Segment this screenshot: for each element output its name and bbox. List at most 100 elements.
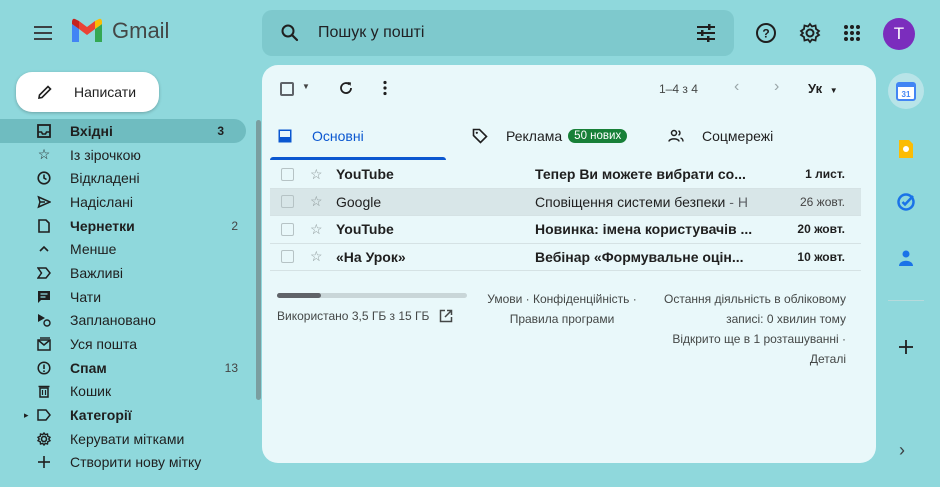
email-row[interactable]: ☆ YouTube Тепер Ви можете вибрати со... … <box>270 161 861 189</box>
tab-social[interactable]: Соцмережі <box>668 113 773 159</box>
send-icon <box>36 194 52 210</box>
email-row[interactable]: ☆ «На Урок» Вебінар «Формувальне оцін...… <box>270 244 861 271</box>
star-icon[interactable]: ☆ <box>310 221 323 238</box>
storage-bar-fill <box>277 293 321 298</box>
search-bar[interactable]: Пошук у пошті <box>262 10 734 56</box>
refresh-icon[interactable] <box>338 80 354 96</box>
row-checkbox[interactable] <box>281 167 294 181</box>
tab-label: Соцмережі <box>702 128 774 144</box>
sidebar-item-categories[interactable]: ▸ Категорії <box>0 403 260 427</box>
draft-count: 2 <box>231 218 238 233</box>
sidebar-item-drafts[interactable]: Чернетки 2 <box>0 214 260 238</box>
expand-arrow-icon[interactable]: ▸ <box>24 410 29 421</box>
main-menu-button[interactable] <box>28 18 58 48</box>
search-input[interactable]: Пошук у пошті <box>318 24 696 42</box>
unread-count: 3 <box>217 123 224 138</box>
email-row[interactable]: ☆ Google Сповіщення системи безпеки - Н … <box>270 188 861 216</box>
sidebar-item-inbox[interactable]: Вхідні 3 <box>0 119 246 143</box>
sidebar-item-label: Уся пошта <box>70 336 138 353</box>
expand-panel-icon[interactable]: › <box>899 440 905 461</box>
input-tools-button[interactable]: Ук ▼ <box>808 81 838 96</box>
sidebar-item-label: Чати <box>70 288 102 305</box>
sidebar-item-sent[interactable]: Надіслані <box>0 190 260 214</box>
sidebar-item-chats[interactable]: Чати <box>0 285 260 309</box>
select-all-checkbox[interactable] <box>280 82 294 96</box>
next-page-icon[interactable]: › <box>774 78 779 96</box>
new-count-badge: 50 нових <box>568 129 628 143</box>
hamburger-line <box>34 26 52 28</box>
row-checkbox[interactable] <box>281 250 294 264</box>
activity-line: записі: 0 хвилин тому <box>726 312 846 326</box>
account-avatar[interactable]: T <box>883 18 915 50</box>
contacts-button[interactable] <box>888 240 924 276</box>
pagination-text: 1–4 з 4 <box>659 82 698 96</box>
trash-icon <box>36 383 52 399</box>
tab-promotions[interactable]: Реклама 50 нових <box>472 113 628 159</box>
compose-label: Написати <box>74 84 137 100</box>
gmail-m-icon <box>72 18 102 42</box>
sidebar-item-snoozed[interactable]: Відкладені <box>0 166 260 190</box>
gmail-logo[interactable]: Gmail <box>70 18 169 44</box>
sidebar-item-label: Менше <box>70 241 117 258</box>
row-checkbox[interactable] <box>281 222 294 236</box>
plus-icon <box>36 454 52 470</box>
account-activity: Остання діяльність в обліковому записі: … <box>646 289 846 369</box>
keep-button[interactable] <box>888 131 924 167</box>
email-row[interactable]: ☆ YouTube Новинка: імена користувачів ..… <box>270 216 861 244</box>
storage-info: Використано 3,5 ГБ з 15 ГБ <box>277 309 453 323</box>
tab-primary[interactable]: Основні <box>278 113 364 159</box>
sidebar-item-less[interactable]: Менше <box>0 237 260 261</box>
tag-icon <box>472 128 488 144</box>
draft-icon <box>36 218 52 234</box>
category-tabs: Основні Реклама 50 нових Соцмережі <box>262 113 876 160</box>
email-subject: Вебінар «Формувальне оцін... <box>535 248 744 265</box>
inbox-tab-icon <box>278 129 292 143</box>
email-sender: «На Урок» <box>336 248 406 265</box>
compose-button[interactable]: Написати <box>16 72 159 112</box>
spam-count: 13 <box>224 360 238 375</box>
sidebar-nav: Вхідні 3 ☆ Із зірочкою Відкладені Надісл… <box>0 119 260 474</box>
get-addons-button[interactable] <box>888 329 924 365</box>
select-dropdown-icon[interactable]: ▼ <box>302 82 310 91</box>
email-list: ☆ YouTube Тепер Ви можете вибрати со... … <box>270 161 861 271</box>
row-checkbox[interactable] <box>281 195 294 209</box>
settings-button[interactable] <box>795 18 825 48</box>
sidebar-item-create-label[interactable]: Створити нову мітку <box>0 451 260 475</box>
email-date: 26 жовт. <box>800 194 845 209</box>
sidebar-item-starred[interactable]: ☆ Із зірочкою <box>0 143 260 167</box>
sidebar-item-important[interactable]: Важливі <box>0 261 260 285</box>
pencil-icon <box>38 85 52 99</box>
footer-links-line[interactable]: Умови · Конфіденційність · <box>482 289 642 309</box>
sidebar-item-spam[interactable]: Спам 13 <box>0 356 260 380</box>
apps-grid-icon <box>844 25 860 41</box>
sidebar-item-all-mail[interactable]: Уся пошта <box>0 332 260 356</box>
apps-button[interactable] <box>837 18 867 48</box>
sidebar-item-label: Важливі <box>70 264 124 281</box>
activity-details-link[interactable]: Деталі <box>646 349 846 369</box>
email-sender: YouTube <box>336 221 394 238</box>
star-icon[interactable]: ☆ <box>310 193 323 210</box>
star-icon[interactable]: ☆ <box>310 166 323 183</box>
help-button[interactable]: ? <box>751 18 781 48</box>
tasks-button[interactable] <box>888 184 924 220</box>
open-external-icon[interactable] <box>439 309 453 323</box>
tab-label: Реклама <box>506 128 563 144</box>
input-tools-label: Ук <box>808 81 823 96</box>
sidebar-scrollbar[interactable] <box>256 120 261 400</box>
hamburger-line <box>34 32 52 34</box>
sidebar-item-scheduled[interactable]: Заплановано <box>0 309 260 333</box>
sidebar-item-label: Із зірочкою <box>70 146 141 163</box>
sidebar-item-trash[interactable]: Кошик <box>0 380 260 404</box>
search-icon[interactable] <box>280 23 300 43</box>
footer-links: Умови · Конфіденційність · Правила прогр… <box>482 289 642 329</box>
sidebar-item-manage-labels[interactable]: Керувати мітками <box>0 427 260 451</box>
email-sender: YouTube <box>336 166 394 183</box>
prev-page-icon[interactable]: ‹ <box>734 78 739 96</box>
sidebar-item-label: Спам <box>70 359 107 376</box>
footer-links-line[interactable]: Правила програми <box>482 309 642 329</box>
more-options-icon[interactable] <box>382 80 388 96</box>
search-options-icon[interactable] <box>696 24 716 42</box>
clock-icon <box>36 170 52 186</box>
star-icon[interactable]: ☆ <box>310 248 323 265</box>
calendar-button[interactable]: 31 <box>888 73 924 109</box>
